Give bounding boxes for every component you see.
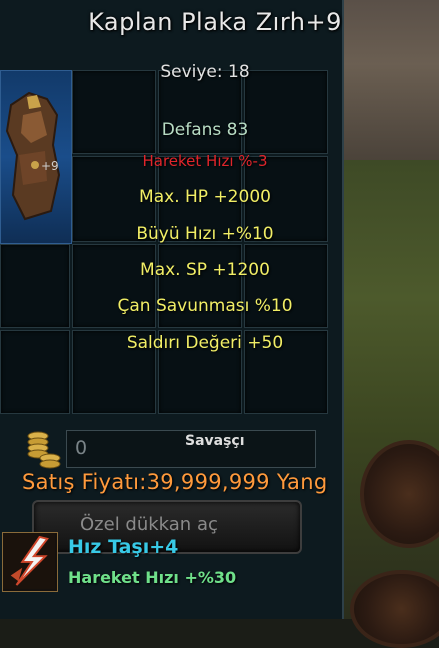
speed-stone-icon: [3, 533, 55, 589]
item-bonus: Çan Savunması %10: [117, 296, 293, 316]
item-tooltip: Kaplan Plaka Zırh+9 Seviye: 18 Defans 83…: [70, 0, 341, 420]
shop-button-label: Özel dükkan aç: [80, 514, 218, 535]
item-bonus: Max. SP +1200: [140, 260, 270, 280]
item-title: Kaplan Plaka Zırh+9: [88, 8, 342, 36]
sell-price: Satış Fiyatı:39,999,999 Yang: [22, 470, 328, 494]
item-bonus: Büyü Hızı +%10: [136, 224, 274, 244]
armor-icon: [5, 91, 61, 221]
stone-name: Hız Taşı+4: [68, 536, 179, 558]
class-label: Savaşçı: [185, 433, 245, 449]
background-barrel: [350, 570, 439, 648]
stone-bonus: Hareket Hızı +%30: [68, 568, 237, 587]
money-value: 0: [75, 437, 88, 459]
item-bonus: Saldırı Değeri +50: [126, 333, 284, 353]
item-refine-badge: +9: [41, 159, 59, 173]
item-defense: Defans 83: [161, 120, 249, 140]
money-field: 0 Savaşçı: [66, 430, 316, 468]
item-bonus: Max. HP +2000: [139, 187, 271, 207]
speed-stone-slot[interactable]: [2, 532, 58, 592]
coins-icon: [27, 431, 61, 469]
item-level: Seviye: 18: [160, 62, 250, 82]
item-speed-penalty: Hareket Hızı %-3: [142, 152, 268, 170]
